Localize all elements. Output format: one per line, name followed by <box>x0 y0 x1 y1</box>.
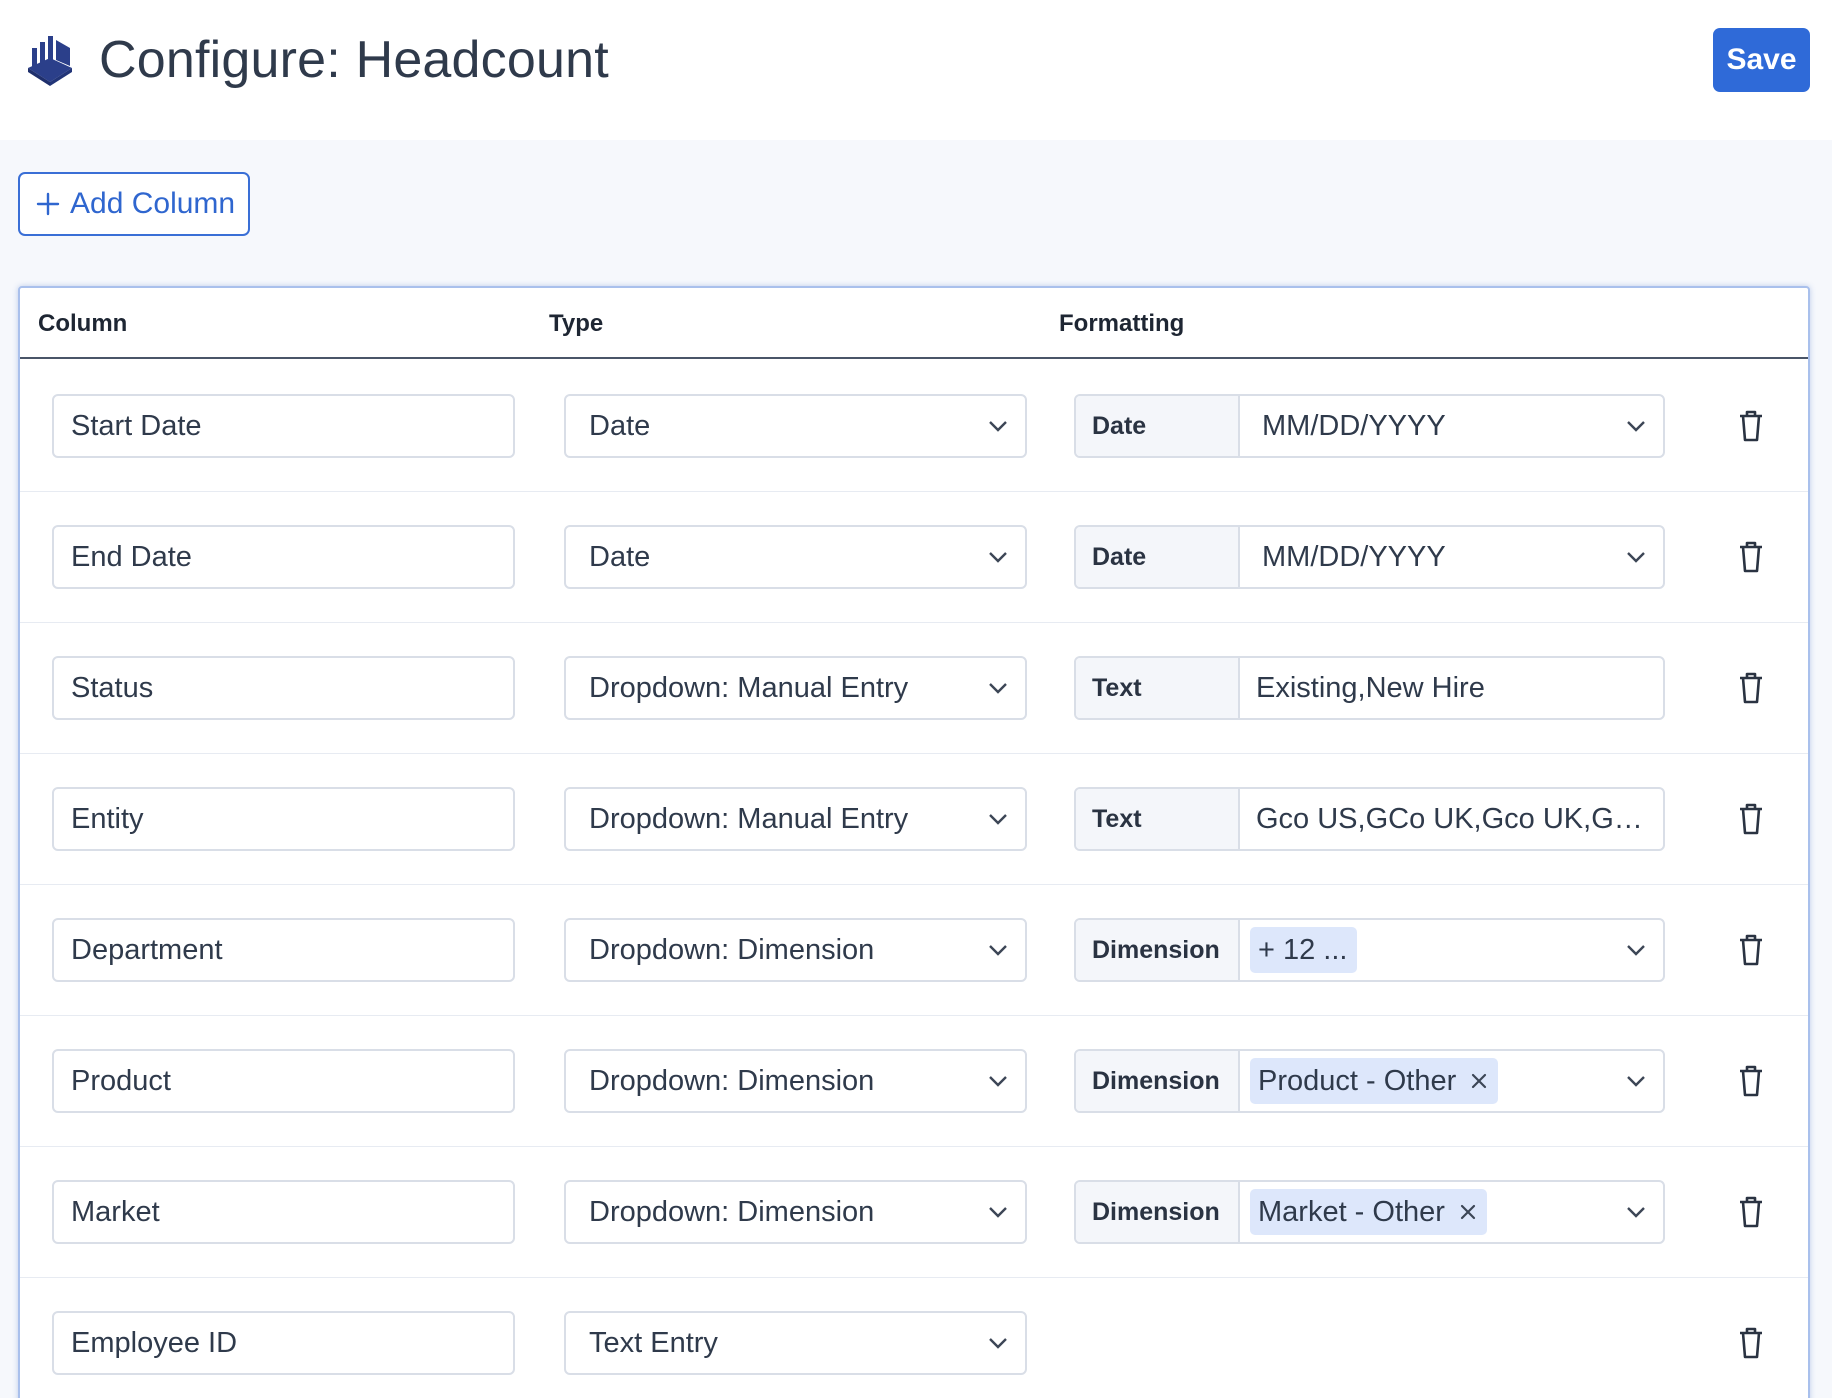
close-icon[interactable] <box>1470 1072 1488 1090</box>
table-row: Product Dropdown: Dimension Dimension Pr… <box>20 1016 1808 1147</box>
column-name-input[interactable]: Product <box>52 1049 515 1113</box>
chevron-down-icon <box>989 814 1007 825</box>
columns-table: Column Type Formatting Start Date Date D… <box>18 286 1810 1398</box>
type-select[interactable]: Date <box>564 394 1027 458</box>
trash-icon[interactable] <box>1737 802 1765 836</box>
chevron-down-icon <box>989 552 1007 563</box>
column-name-input[interactable]: End Date <box>52 525 515 589</box>
type-select[interactable]: Dropdown: Manual Entry <box>564 787 1027 851</box>
save-button[interactable]: Save <box>1713 28 1810 92</box>
format-select[interactable]: Date MM/DD/YYYY <box>1074 394 1665 458</box>
plus-icon <box>36 192 60 216</box>
chevron-down-icon <box>989 1207 1007 1218</box>
table-row: Market Dropdown: Dimension Dimension Mar… <box>20 1147 1808 1278</box>
chevron-down-icon <box>989 1076 1007 1087</box>
format-kind-label: Date <box>1076 527 1240 587</box>
format-kind-label: Text <box>1076 658 1240 718</box>
column-name-input[interactable]: Start Date <box>52 394 515 458</box>
format-value-text: MM/DD/YYYY <box>1262 409 1446 442</box>
close-icon[interactable] <box>1459 1203 1477 1221</box>
format-select[interactable]: Dimension Market - Other <box>1074 1180 1665 1244</box>
dimension-tag: Market - Other <box>1250 1189 1487 1235</box>
type-select-value: Dropdown: Dimension <box>589 933 875 966</box>
chevron-down-icon <box>1627 1207 1645 1218</box>
column-name-input[interactable]: Department <box>52 918 515 982</box>
type-select-value: Text Entry <box>589 1326 718 1359</box>
format-options-input[interactable]: Gco US,GCo UK,Gco UK,Gco US <box>1240 789 1663 849</box>
add-column-label: Add Column <box>70 187 236 220</box>
trash-icon[interactable] <box>1737 933 1765 967</box>
type-select-value: Date <box>589 540 651 573</box>
format-input-group: Text Existing,New Hire <box>1074 656 1665 720</box>
dimension-multiselect[interactable]: Product - Other <box>1240 1051 1663 1111</box>
format-kind-label: Text <box>1076 789 1240 849</box>
page-title: Configure: Headcount <box>99 31 609 89</box>
chevron-down-icon <box>989 421 1007 432</box>
type-select-value: Dropdown: Manual Entry <box>589 671 909 704</box>
trash-icon[interactable] <box>1737 540 1765 574</box>
table-row: Entity Dropdown: Manual Entry Text Gco U… <box>20 754 1808 885</box>
table-header: Column Type Formatting <box>20 288 1808 359</box>
type-select[interactable]: Dropdown: Manual Entry <box>564 656 1027 720</box>
format-kind-label: Dimension <box>1076 1051 1240 1111</box>
dimension-tag-label: Product - Other <box>1258 1064 1457 1097</box>
column-name-input[interactable]: Market <box>52 1180 515 1244</box>
table-row: Start Date Date Date MM/DD/YYYY <box>20 361 1808 492</box>
chevron-down-icon <box>989 945 1007 956</box>
format-kind-label: Date <box>1076 396 1240 456</box>
table-row: Employee ID Text Entry <box>20 1278 1808 1398</box>
format-options-input[interactable]: Existing,New Hire <box>1240 658 1663 718</box>
column-name-input[interactable]: Entity <box>52 787 515 851</box>
table-row: End Date Date Date MM/DD/YYYY <box>20 492 1808 623</box>
more-tags-chip[interactable]: + 12 ... <box>1250 927 1358 973</box>
type-select-value: Dropdown: Manual Entry <box>589 802 909 835</box>
dimension-tag-label: Market - Other <box>1258 1195 1445 1228</box>
type-select[interactable]: Dropdown: Dimension <box>564 1049 1027 1113</box>
format-kind-label: Dimension <box>1076 1182 1240 1242</box>
table-row: Status Dropdown: Manual Entry Text Exist… <box>20 623 1808 754</box>
trash-icon[interactable] <box>1737 1195 1765 1229</box>
type-select[interactable]: Dropdown: Dimension <box>564 1180 1027 1244</box>
type-select[interactable]: Date <box>564 525 1027 589</box>
table-row: Department Dropdown: Dimension Dimension… <box>20 885 1808 1016</box>
chevron-down-icon <box>1627 552 1645 563</box>
chevron-down-icon <box>989 683 1007 694</box>
format-value[interactable]: MM/DD/YYYY <box>1240 396 1663 456</box>
chevron-down-icon <box>989 1338 1007 1349</box>
type-select-value: Dropdown: Dimension <box>589 1064 875 1097</box>
type-select-value: Dropdown: Dimension <box>589 1195 875 1228</box>
format-options-text: Gco US,GCo UK,Gco UK,Gco US <box>1256 802 1649 835</box>
type-select-value: Date <box>589 409 651 442</box>
header-column: Column <box>38 310 128 337</box>
chevron-down-icon <box>1627 421 1645 432</box>
top-bar: Configure: Headcount Save <box>0 0 1832 140</box>
dimension-tag: Product - Other <box>1250 1058 1499 1104</box>
trash-icon[interactable] <box>1737 1326 1765 1360</box>
format-kind-label: Dimension <box>1076 920 1240 980</box>
dimension-multiselect[interactable]: Market - Other <box>1240 1182 1663 1242</box>
format-select[interactable]: Dimension Product - Other <box>1074 1049 1665 1113</box>
type-select[interactable]: Text Entry <box>564 1311 1027 1375</box>
header-type: Type <box>549 310 604 337</box>
format-input-group: Text Gco US,GCo UK,Gco UK,Gco US <box>1074 787 1665 851</box>
chevron-down-icon <box>1627 945 1645 956</box>
cube-stack-logo-icon <box>28 36 72 86</box>
format-value[interactable]: MM/DD/YYYY <box>1240 527 1663 587</box>
format-value-text: MM/DD/YYYY <box>1262 540 1446 573</box>
format-options-text: Existing,New Hire <box>1256 671 1485 704</box>
add-column-button[interactable]: Add Column <box>18 172 250 236</box>
format-select[interactable]: Date MM/DD/YYYY <box>1074 525 1665 589</box>
format-select[interactable]: Dimension + 12 ... <box>1074 918 1665 982</box>
column-name-input[interactable]: Employee ID <box>52 1311 515 1375</box>
dimension-multiselect[interactable]: + 12 ... <box>1240 920 1663 980</box>
type-select[interactable]: Dropdown: Dimension <box>564 918 1027 982</box>
trash-icon[interactable] <box>1737 671 1765 705</box>
header-formatting: Formatting <box>1059 310 1185 337</box>
trash-icon[interactable] <box>1737 1064 1765 1098</box>
trash-icon[interactable] <box>1737 409 1765 443</box>
chevron-down-icon <box>1627 1076 1645 1087</box>
more-tags-label: + 12 ... <box>1258 933 1348 966</box>
column-name-input[interactable]: Status <box>52 656 515 720</box>
